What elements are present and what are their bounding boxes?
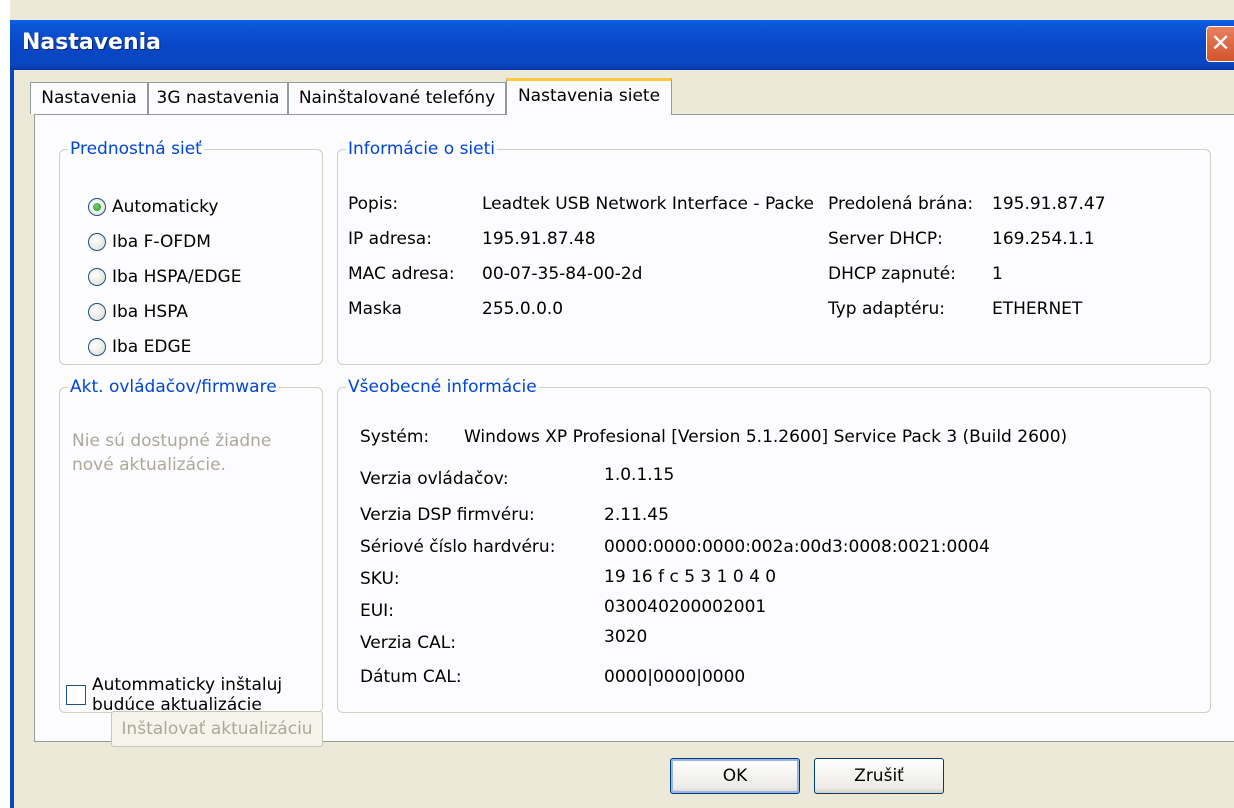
title-bar[interactable]: Nastavenia ✕ — [10, 20, 1234, 70]
radio-iba-edge[interactable]: Iba EDGE — [88, 334, 191, 360]
sku-label: SKU: — [360, 569, 400, 589]
dhcp-server-label: Server DHCP: — [828, 229, 943, 249]
radio-button[interactable] — [88, 233, 106, 251]
network-info-legend: Informácie o sieti — [348, 139, 496, 159]
cal-date-value: 0000|0000|0000 — [604, 667, 746, 687]
ip-address-value: 195.91.87.48 — [482, 229, 596, 249]
ok-button[interactable]: OK — [670, 758, 800, 794]
mask-value: 255.0.0.0 — [482, 299, 564, 319]
eui-value: 030040200002001 — [604, 597, 767, 617]
radio-label: Iba HSPA — [112, 302, 188, 322]
adapter-type-value: ETHERNET — [992, 299, 1083, 319]
radio-button[interactable] — [88, 338, 106, 356]
preferred-network-group: Prednostná sieť Automaticky Iba F-OFDM I… — [59, 139, 323, 365]
dsp-firmware-label: Verzia DSP firmvéru: — [360, 505, 535, 525]
auto-install-label-line1: Autommaticky inštaluj — [92, 675, 283, 695]
radio-label: Iba F-OFDM — [112, 232, 211, 252]
radio-label: Iba EDGE — [112, 337, 192, 357]
network-info-group: Informácie o sieti Popis: Leadtek USB Ne… — [337, 139, 1211, 365]
ip-address-label: IP adresa: — [348, 229, 432, 249]
radio-iba-hspa[interactable]: Iba HSPA — [88, 299, 188, 325]
firmware-status: Nie sú dostupné žiadne nové aktualizácie… — [72, 429, 271, 477]
radio-iba-f-ofdm[interactable]: Iba F-OFDM — [88, 229, 211, 255]
sku-value: 19 16 f c 5 3 1 0 4 0 — [604, 567, 777, 587]
driver-version-value: 1.0.1.15 — [604, 465, 675, 485]
firmware-status-line1: Nie sú dostupné žiadne — [72, 431, 272, 451]
tab-label: Nainštalované telefóny — [298, 88, 496, 108]
install-update-button[interactable]: Inštalovať aktualizáciu — [111, 711, 323, 747]
window-border — [10, 70, 14, 808]
mac-address-value: 00-07-35-84-00-2d — [482, 264, 643, 284]
general-info-group: Všeobecné informácie Systém: Windows XP … — [337, 377, 1211, 713]
dhcp-enabled-label: DHCP zapnuté: — [828, 264, 956, 284]
driver-version-label: Verzia ovládačov: — [360, 469, 509, 489]
radio-button[interactable] — [88, 303, 106, 321]
system-label: Systém: — [360, 427, 430, 447]
close-icon: ✕ — [1210, 29, 1231, 57]
mac-address-label: MAC adresa: — [348, 264, 455, 284]
tab-nastavenia-siete[interactable]: Nastavenia siete — [506, 78, 672, 115]
radio-button[interactable] — [88, 198, 106, 216]
firmware-update-group: Akt. ovládačov/firmware Nie sú dostupné … — [59, 377, 323, 715]
cancel-button[interactable]: Zrušiť — [814, 758, 944, 794]
firmware-update-legend: Akt. ovládačov/firmware — [70, 377, 277, 397]
tab-label: 3G nastavenia — [156, 88, 280, 108]
firmware-status-line2: nové aktualizácie. — [72, 455, 226, 475]
hardware-serial-label: Sériové číslo hardvéru: — [360, 537, 556, 557]
auto-install-label: Autommaticky inštaluj budúce aktualizáci… — [92, 675, 282, 715]
tab-3g-nastavenia[interactable]: 3G nastavenia — [148, 82, 288, 114]
window-title: Nastavenia — [22, 30, 162, 55]
gateway-label: Predolená brána: — [828, 194, 974, 214]
radio-button[interactable] — [88, 268, 106, 286]
hardware-serial-value: 0000:0000:0000:002a:00d3:0008:0021:0004 — [604, 537, 990, 557]
tab-label: Nastavenia — [41, 88, 137, 108]
gateway-value: 195.91.87.47 — [992, 194, 1106, 214]
cal-version-label: Verzia CAL: — [360, 633, 456, 653]
radio-label: Iba HSPA/EDGE — [112, 267, 242, 287]
close-button[interactable]: ✕ — [1206, 26, 1234, 62]
radio-automaticky[interactable]: Automaticky — [88, 194, 218, 220]
dhcp-server-value: 169.254.1.1 — [992, 229, 1095, 249]
settings-window: Nastavenia ✕ Nastavenia 3G nastavenia Na… — [10, 0, 1234, 808]
mask-label: Maska — [348, 299, 402, 319]
description-value: Leadtek USB Network Interface - Packe — [482, 194, 814, 214]
system-value: Windows XP Profesional [Version 5.1.2600… — [464, 427, 1068, 447]
dsp-firmware-value: 2.11.45 — [604, 505, 669, 525]
eui-label: EUI: — [360, 601, 394, 621]
dhcp-enabled-value: 1 — [992, 264, 1003, 284]
radio-iba-hspa-edge[interactable]: Iba HSPA/EDGE — [88, 264, 241, 290]
auto-install-checkbox[interactable] — [66, 685, 86, 705]
cal-date-label: Dátum CAL: — [360, 667, 462, 687]
radio-label: Automaticky — [112, 197, 219, 217]
tab-panel-nastavenia-siete: Prednostná sieť Automaticky Iba F-OFDM I… — [34, 114, 1234, 747]
description-label: Popis: — [348, 194, 399, 214]
cal-version-value: 3020 — [604, 627, 648, 647]
tab-nastavenia[interactable]: Nastavenia — [30, 82, 148, 114]
general-info-legend: Všeobecné informácie — [348, 377, 537, 397]
adapter-type-label: Typ adaptéru: — [828, 299, 946, 319]
tab-nainstalovane-telefony[interactable]: Nainštalované telefóny — [288, 82, 506, 114]
preferred-network-legend: Prednostná sieť — [70, 139, 202, 159]
tab-label: Nastavenia siete — [517, 86, 661, 106]
